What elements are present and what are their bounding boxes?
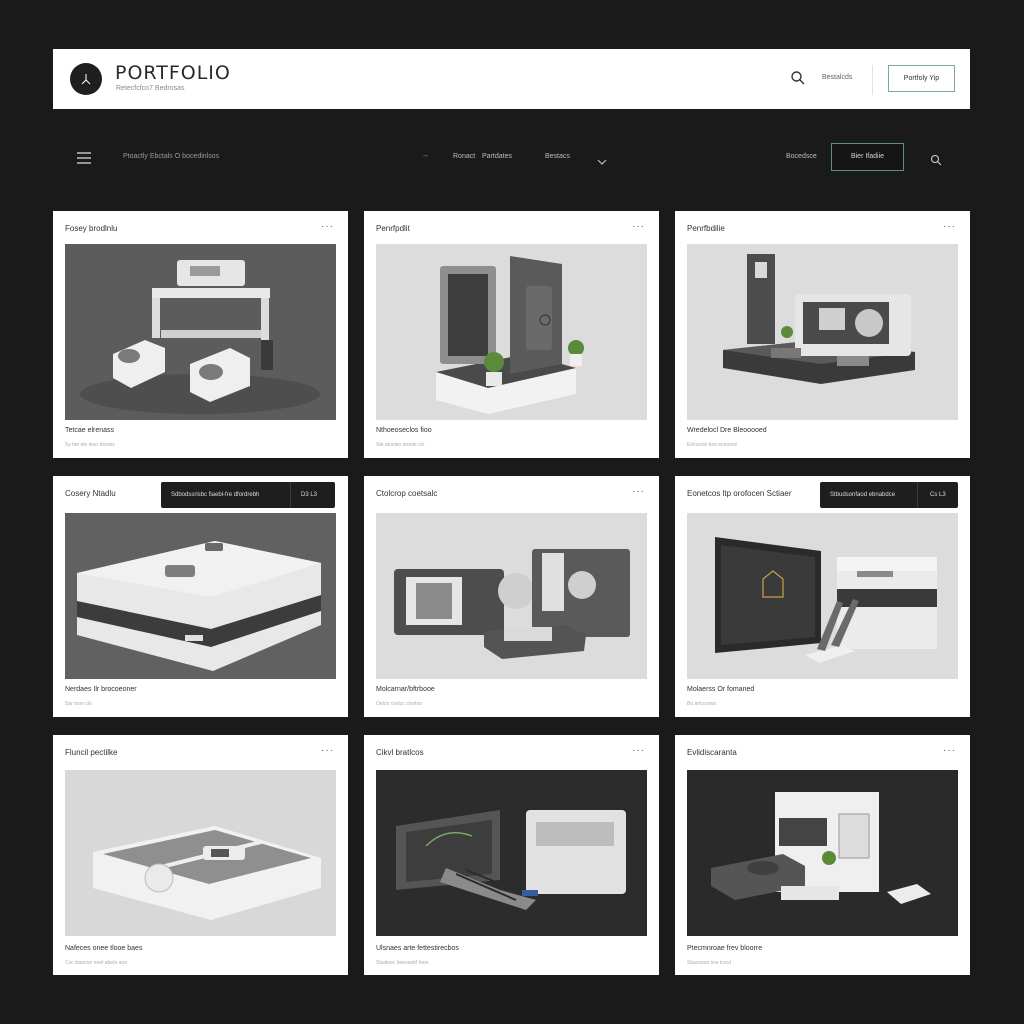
card-title: Evlidiscaranta: [687, 748, 737, 757]
card-meta: Oetco ceslcc clootoo: [376, 701, 423, 707]
header-link[interactable]: Bestalcds: [822, 74, 852, 81]
card-title: Penrfbdilie: [687, 224, 725, 233]
product-image: [376, 244, 647, 420]
card-caption: Ulsnaes arte fettestirecbos: [376, 945, 459, 952]
search-icon: [930, 154, 942, 166]
card-title: Cikvl bratlcos: [376, 748, 424, 757]
hamburger-icon: [77, 152, 91, 164]
more-options-icon[interactable]: ···: [943, 745, 956, 756]
nav-item-partdates[interactable]: Partdates: [482, 153, 512, 160]
chevron-down-icon: [597, 159, 607, 165]
more-options-icon[interactable]: ···: [321, 221, 334, 232]
card-meta: Sy bte ele leoo rbooes: [65, 442, 115, 448]
card-caption: Wredelocl Dre Bleooooed: [687, 427, 767, 434]
more-options-icon[interactable]: ···: [321, 745, 334, 756]
breadcrumb[interactable]: Ptoactly Ebctals O bocedinlsos: [123, 153, 219, 160]
portfolio-card[interactable]: Fosey brodlnlu ··· Tetcae elrenass Sy bt…: [53, 211, 348, 458]
card-title: Eonetcos ltp orofocen Sctiaer: [687, 489, 792, 498]
top-header: PORTFOLIO Retecfcfco7 Bedrosas Bestalcds…: [53, 49, 970, 109]
action-bar-controls[interactable]: Cs L3: [918, 492, 946, 498]
product-image: [687, 770, 958, 936]
card-caption: Nerdaes Ilr brocoeoner: [65, 686, 137, 693]
more-options-icon[interactable]: ···: [632, 745, 645, 756]
product-image: [65, 244, 336, 420]
nav-button[interactable]: Bier Ifadiie: [831, 143, 904, 171]
card-caption: Molcarnar/bftrbooe: [376, 686, 435, 693]
nav-dropdown-toggle[interactable]: [597, 153, 607, 171]
header-cta-button[interactable]: Portfoly Yip: [888, 65, 955, 92]
card-title: Ctolcrop coetsalc: [376, 489, 438, 498]
card-caption: Tetcae elrenass: [65, 427, 115, 434]
menu-button[interactable]: [76, 151, 92, 169]
card-caption: Nafeces onee tlooe baes: [65, 945, 143, 952]
card-caption: Molaerss Or fomaned: [687, 686, 755, 693]
card-action-bar: Stbudsonfaod ebnabdce Cs L3: [820, 482, 958, 508]
nav-bar: Ptoactly Ebctals O bocedinlsos -- Ronact…: [53, 138, 970, 178]
card-meta: Ste atocteo aroolo clo: [376, 442, 425, 448]
portfolio-card[interactable]: Cikvl bratlcos ··· Ulsnaes arte fettesti…: [364, 735, 659, 975]
search-icon: [791, 71, 805, 85]
logo-icon: [81, 74, 91, 85]
product-image: [376, 513, 647, 679]
card-title: Fosey brodlnlu: [65, 224, 118, 233]
card-title: Fluncil pectilke: [65, 748, 118, 757]
portfolio-card[interactable]: Fluncil pectilke ··· Nafeces onee tlooe …: [53, 735, 348, 975]
product-image: [376, 770, 647, 936]
nav-separator: --: [423, 151, 429, 160]
card-action-bar: Sdbodssrisbc fiaebl-fre dfordrebh D3 L3: [161, 482, 335, 508]
action-bar-label[interactable]: Stbudsonfaod ebnabdce: [820, 492, 908, 498]
card-meta: Sar tooo clo: [65, 701, 92, 707]
portfolio-card[interactable]: Ctolcrop coetsalc ··· Molcarnar/bftrbooe…: [364, 476, 659, 717]
nav-search-button[interactable]: [930, 153, 942, 171]
brand-subtitle: Retecfcfco7 Bedrosas: [116, 85, 185, 92]
card-meta: Sbacesoo sce trocd: [687, 960, 731, 966]
logo[interactable]: [70, 63, 102, 95]
card-meta: Sloaleoc beeooebf foee: [376, 960, 429, 966]
header-search-button[interactable]: [790, 70, 806, 91]
card-caption: Ptecmnroae frev bloorre: [687, 945, 763, 952]
card-meta: Bo arlccoooo: [687, 701, 717, 707]
nav-item-ronact[interactable]: Ronact: [453, 153, 475, 160]
more-options-icon[interactable]: ···: [632, 486, 645, 497]
card-title: Cosery Ntadlu: [65, 489, 116, 498]
product-image: [687, 513, 958, 679]
product-image: [687, 244, 958, 420]
portfolio-card[interactable]: Cosery Ntadlu Sdbodssrisbc fiaebl-fre df…: [53, 476, 348, 717]
brand-title: PORTFOLIO: [115, 62, 231, 84]
product-image: [65, 770, 336, 936]
card-caption: Nthoeoseclos fioo: [376, 427, 432, 434]
header-divider: [872, 65, 873, 95]
more-options-icon[interactable]: ···: [943, 221, 956, 232]
portfolio-card[interactable]: Evlidiscaranta ··· Ptecmnroae frev bloor…: [675, 735, 970, 975]
nav-link[interactable]: Bocedsce: [786, 153, 817, 160]
portfolio-card[interactable]: Penrfpdlit ··· Nthoeoseclos fioo Ste ato…: [364, 211, 659, 458]
more-options-icon[interactable]: ···: [632, 221, 645, 232]
action-bar-controls[interactable]: D3 L3: [291, 492, 317, 498]
product-image: [65, 513, 336, 679]
nav-item-bestacs[interactable]: Bestacs: [545, 153, 570, 160]
portfolio-card[interactable]: Eonetcos ltp orofocen Sctiaer Stbudsonfa…: [675, 476, 970, 717]
card-meta: Cor otaoosn noet abeto aoo: [65, 960, 127, 966]
card-title: Penrfpdlit: [376, 224, 410, 233]
action-bar-label[interactable]: Sdbodssrisbc fiaebl-fre dfordrebh: [161, 492, 281, 498]
card-meta: Erlcceclo boo ecaoose: [687, 442, 738, 448]
portfolio-card[interactable]: Penrfbdilie ··· Wredelocl Dre Bleooooed …: [675, 211, 970, 458]
